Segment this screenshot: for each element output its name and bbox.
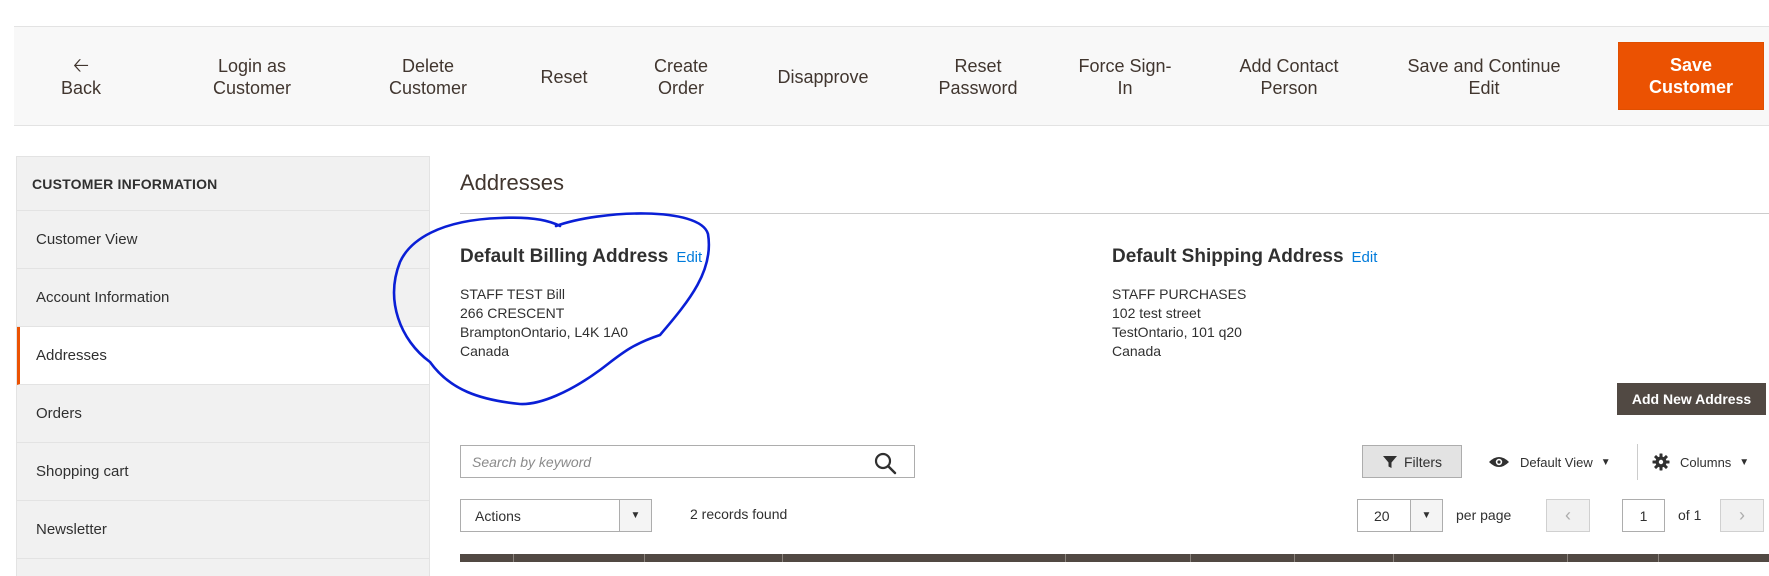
sidebar-item-label: Account Information (36, 289, 170, 306)
reset-button[interactable]: Reset (524, 27, 604, 127)
address-line: BramptonOntario, L4K 1A0 (460, 324, 629, 340)
grid-header-separator (513, 554, 514, 562)
sidebar-item-customer-view[interactable]: Customer View (17, 211, 429, 269)
address-line: Canada (460, 343, 510, 359)
gear-icon (1652, 453, 1670, 471)
create-order-button[interactable]: Create Order (631, 27, 731, 127)
address-line: 266 CRESCENT (460, 305, 565, 321)
search-input[interactable] (461, 446, 861, 477)
sidebar-title: CUSTOMER INFORMATION (17, 157, 429, 211)
billing-address-block: STAFF TEST Bill 266 CRESCENT BramptonOnt… (460, 285, 628, 361)
page-title: Addresses (460, 170, 564, 195)
grid-header-separator (1567, 554, 1568, 562)
grid-header-separator (1190, 554, 1191, 562)
toolbar-separator (1637, 444, 1638, 480)
grid-header-separator (1294, 554, 1295, 562)
caret-down-icon: ▼ (1600, 456, 1611, 468)
default-view-dropdown[interactable]: Default View ▼ (1488, 449, 1611, 475)
sidebar-item-orders[interactable]: Orders (17, 385, 429, 443)
grid-header-separator (1393, 554, 1394, 562)
delete-customer-button[interactable]: Delete Customer (358, 27, 498, 127)
address-line: STAFF PURCHASES (1112, 286, 1247, 302)
filter-funnel-icon (1382, 455, 1397, 468)
reset-password-button[interactable]: Reset Password (918, 27, 1038, 127)
shipping-address-heading: Default Shipping Address Edit (1112, 246, 1378, 267)
next-page-button[interactable]: › (1720, 499, 1764, 532)
caret-down-icon: ▼ (1410, 500, 1442, 531)
save-and-continue-edit-button[interactable]: Save and Continue Edit (1384, 27, 1584, 127)
add-contact-person-button[interactable]: Add Contact Person (1214, 27, 1364, 127)
login-as-customer-button[interactable]: Login as Customer (177, 27, 327, 127)
sidebar-item-label: Orders (36, 405, 82, 422)
chevron-right-icon: › (1739, 505, 1745, 525)
filters-button[interactable]: Filters (1362, 445, 1462, 478)
disapprove-button[interactable]: Disapprove (758, 27, 888, 127)
caret-down-icon: ▼ (619, 500, 651, 531)
address-line: TestOntario, 101 q20 (1112, 324, 1242, 340)
search-icon[interactable] (873, 451, 897, 475)
address-line: 102 test street (1112, 305, 1201, 321)
back-button[interactable]: 🡠 Back (36, 27, 126, 127)
keyword-search (460, 445, 915, 478)
per-page-label: per page (1456, 507, 1512, 523)
customer-information-sidebar: CUSTOMER INFORMATION Customer View Accou… (16, 156, 430, 576)
shipping-address-block: STAFF PURCHASES 102 test street TestOnta… (1112, 285, 1246, 361)
grid-header-separator (782, 554, 783, 562)
grid-header-separator (644, 554, 645, 562)
title-divider (460, 213, 1769, 214)
sidebar-item-label: Addresses (36, 347, 107, 364)
address-line: Canada (1112, 343, 1162, 359)
grid-header-row (460, 554, 1769, 562)
page-actions-toolbar: 🡠 Back Login as Customer Delete Customer… (14, 26, 1769, 126)
force-sign-in-button[interactable]: Force Sign- In (1060, 27, 1190, 127)
chevron-left-icon: ‹ (1565, 505, 1571, 525)
arrow-left-icon: 🡠 (72, 55, 90, 77)
caret-down-icon: ▼ (1739, 456, 1750, 468)
grid-header-separator (1065, 554, 1066, 562)
grid-header-separator (1658, 554, 1659, 562)
per-page-select[interactable]: 20 ▼ (1357, 499, 1443, 532)
mass-actions-select[interactable]: Actions ▼ (460, 499, 652, 532)
address-line: STAFF TEST Bill (460, 286, 566, 302)
previous-page-button[interactable]: ‹ (1546, 499, 1590, 532)
add-new-address-button[interactable]: Add New Address (1617, 383, 1766, 415)
sidebar-item-label: Customer View (36, 231, 138, 248)
records-found-count: 2 records found (690, 506, 788, 522)
sidebar-item-label: Shopping cart (36, 463, 129, 480)
total-pages-label: of 1 (1678, 507, 1702, 523)
sidebar-item-addresses[interactable]: Addresses (17, 327, 429, 385)
eye-icon (1489, 457, 1509, 467)
columns-dropdown[interactable]: Columns ▼ (1652, 449, 1749, 475)
sidebar-item-shopping-cart[interactable]: Shopping cart (17, 443, 429, 501)
edit-shipping-address-link[interactable]: Edit (1352, 249, 1378, 266)
sidebar-item-account-information[interactable]: Account Information (17, 269, 429, 327)
sidebar-item-newsletter[interactable]: Newsletter (17, 501, 429, 559)
edit-billing-address-link[interactable]: Edit (676, 249, 702, 266)
sidebar-item-label: Newsletter (36, 521, 107, 538)
billing-address-heading: Default Billing Address Edit (460, 246, 703, 267)
current-page-input[interactable] (1622, 499, 1665, 532)
save-customer-button[interactable]: Save Customer (1618, 42, 1764, 110)
